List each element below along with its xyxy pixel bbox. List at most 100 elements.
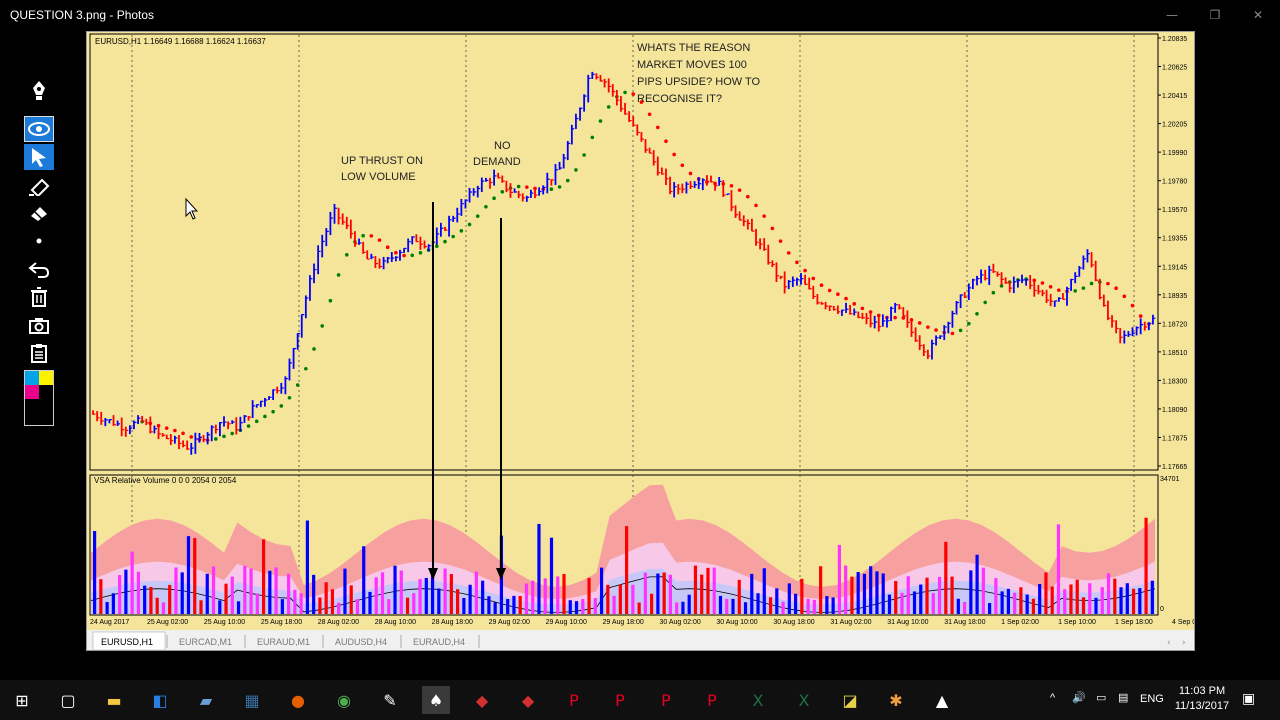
price-tick-label: 1.18935 (1162, 293, 1187, 300)
pinterest-icon[interactable]: P (652, 686, 680, 714)
volume-bar (1050, 586, 1054, 614)
chrome-icon[interactable]: ◉ (330, 686, 358, 714)
battery-icon[interactable]: ▭ (1096, 691, 1106, 704)
highlighter-icon[interactable] (24, 174, 54, 200)
symbol-tab[interactable]: EURCAD,M1 (179, 637, 232, 647)
color-palette[interactable] (24, 370, 54, 426)
trash-icon[interactable] (24, 284, 54, 310)
pen-icon[interactable] (24, 78, 54, 104)
minimize-button[interactable]: — (1157, 4, 1187, 26)
volume-bar (756, 593, 760, 614)
price-tick-label: 1.18300 (1162, 378, 1187, 385)
volume-bar (468, 584, 472, 614)
settings-icon[interactable]: ✱ (882, 686, 910, 714)
symbol-tab[interactable]: EURUSD,H1 (101, 637, 153, 647)
network-icon[interactable]: ▤ (1118, 691, 1128, 704)
volume-bar (268, 570, 272, 614)
store-icon[interactable]: ◧ (146, 686, 174, 714)
drawing-toolbar (24, 74, 54, 426)
app-icon[interactable]: ◆ (468, 686, 496, 714)
volume-bar (118, 575, 122, 614)
palette-swatch (39, 385, 53, 425)
pinterest-icon[interactable]: P (606, 686, 634, 714)
calculator-icon[interactable]: ▦ (238, 686, 266, 714)
ma-dot (975, 311, 979, 316)
pinterest-icon[interactable]: P (560, 686, 588, 714)
notepad-icon[interactable]: ▰ (192, 686, 220, 714)
symbol-tab[interactable]: EURAUD,H4 (413, 637, 465, 647)
price-tick-label: 1.19780 (1162, 179, 1187, 186)
pinterest-icon[interactable]: P (698, 686, 726, 714)
time-tick-label: 1 Sep 18:00 (1115, 619, 1153, 626)
volume-bar (1075, 579, 1079, 614)
volume-bar (768, 597, 773, 614)
eraser-icon[interactable] (24, 200, 54, 226)
volume-bar (574, 601, 579, 614)
show-hidden-icons-icon[interactable]: ^ (1050, 692, 1055, 704)
volume-bar (318, 597, 322, 614)
tabs-scroll-right-icon[interactable]: › (1182, 638, 1186, 648)
ma-dot (967, 321, 971, 326)
cursor-icon[interactable] (24, 144, 54, 170)
volume-bar (299, 593, 303, 614)
chart-window[interactable]: 1.20835 1.20625 1.20415 1.20205 1.19990 1.197… (86, 31, 1195, 651)
restore-button[interactable]: ❐ (1200, 4, 1230, 26)
tabs-scroll-left-icon[interactable]: ‹ (1167, 638, 1171, 648)
windows-start-icon[interactable]: ⊞ (8, 686, 36, 714)
notifications-icon[interactable]: ▣ (1242, 690, 1255, 707)
symbol-tab[interactable]: EURAUD,M1 (257, 637, 310, 647)
time-tick-label: 31 Aug 02:00 (830, 619, 871, 626)
eye-icon[interactable] (24, 116, 54, 142)
ma-dot (402, 253, 406, 258)
volume-bar (962, 601, 967, 614)
volume-bar (819, 566, 823, 614)
volume-bar (531, 580, 535, 614)
sticky-notes-icon[interactable]: ◪ (836, 686, 864, 714)
symbol-tab[interactable]: AUDUSD,H4 (335, 637, 387, 647)
camera-icon[interactable] (24, 312, 54, 338)
paint-icon[interactable]: ✎ (376, 686, 404, 714)
ma-dot (917, 321, 922, 325)
ma-dot (590, 135, 595, 140)
volume-bar (405, 597, 410, 614)
window-title: QUESTION 3.png - Photos (10, 8, 155, 22)
ma-dot (811, 276, 816, 281)
volume-bar (906, 576, 910, 614)
ma-dot (844, 296, 848, 301)
volume-bar (1063, 589, 1067, 614)
volume-bar (155, 597, 159, 614)
ma-dot (795, 260, 799, 265)
volume-bar (143, 585, 147, 614)
excel-icon[interactable]: X (744, 686, 772, 714)
clipboard-icon[interactable] (24, 340, 54, 366)
volume-bar (418, 579, 422, 614)
ma-dot (467, 222, 472, 227)
dot-icon[interactable] (24, 228, 54, 254)
volume-bar (894, 580, 898, 614)
ma-dot (181, 431, 185, 436)
volume-axis-max: 34701 (1160, 476, 1180, 483)
annotation-question-line2: MARKET MOVES 100 (637, 59, 747, 71)
volume-bar (261, 539, 266, 614)
volume-bar (174, 567, 178, 614)
excel-icon[interactable]: X (790, 686, 818, 714)
language-indicator[interactable]: ENG (1140, 693, 1164, 705)
volume-bar (1138, 588, 1142, 614)
ma-dot (827, 288, 832, 293)
task-view-icon[interactable]: ▢ (54, 686, 82, 714)
clock[interactable]: 11:03 PM 11/13/2017 (1170, 684, 1234, 714)
app-icon[interactable]: ◆ (514, 686, 542, 714)
firefox-icon[interactable]: ● (284, 686, 312, 714)
photos-icon[interactable]: ▲ (928, 686, 956, 714)
file-explorer-icon[interactable]: ▬ (100, 686, 128, 714)
volume-icon[interactable]: 🔊 (1072, 691, 1086, 704)
time-tick-label: 31 Aug 10:00 (887, 619, 928, 626)
trading-chart[interactable]: 1.20835 1.20625 1.20415 1.20205 1.19990 1.197… (87, 32, 1195, 651)
ma-dot (582, 153, 586, 157)
volume-bar (737, 579, 741, 614)
undo-icon[interactable] (24, 256, 54, 282)
pen-tool-icon[interactable]: ♠ (422, 686, 450, 714)
close-button[interactable]: ✕ (1243, 4, 1273, 26)
time-tick-label: 4 Sep 02:00 (1172, 619, 1195, 626)
time-tick-label: 24 Aug 2017 (90, 619, 129, 626)
